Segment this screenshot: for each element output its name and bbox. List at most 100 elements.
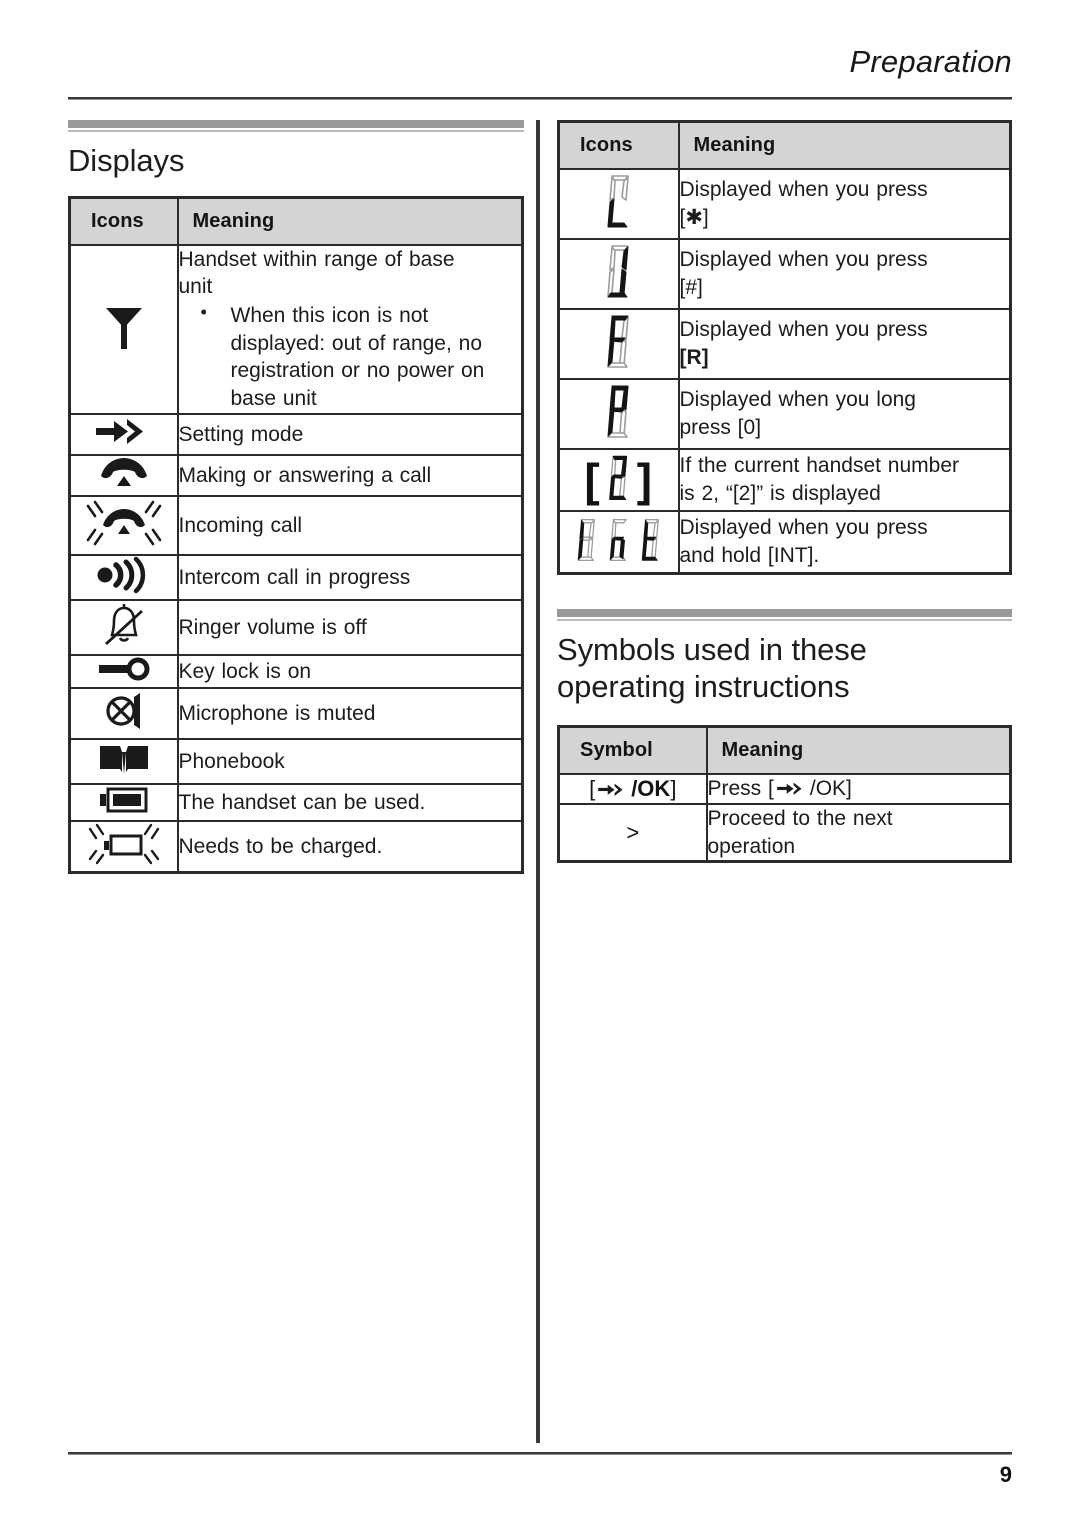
section-rule-thin — [557, 619, 1012, 621]
table-row: Incoming call — [68, 494, 524, 556]
table-row: Key lock is on — [68, 653, 524, 689]
meaning-text: Displayed when you press and hold [INT]. — [677, 510, 1012, 575]
displays-table: Icons Meaning Handset within range of ba… — [68, 195, 524, 874]
table-row: Ringer volume is off — [68, 598, 524, 656]
meaning-text: If the current handset number is 2, “[2]… — [677, 448, 1012, 512]
intercom-waves-icon — [68, 553, 179, 601]
page-number: 9 — [999, 1462, 1012, 1487]
key-lock-icon — [68, 653, 179, 689]
table-row: Microphone is muted — [68, 686, 524, 740]
meaning-text: Phonebook — [176, 737, 524, 785]
meaning-text: Handset within range of base unit When t… — [176, 243, 524, 415]
meaning-text: Proceed to the next operation — [705, 802, 1012, 863]
ok-arrow-icon — [777, 782, 802, 795]
column-header-meaning: Meaning — [677, 120, 1012, 170]
table-row: Needs to be charged. — [68, 819, 524, 874]
meaning-line: Handset within range of base — [178, 247, 455, 271]
table-row: Displayed when you press [✱] — [557, 168, 1012, 240]
meaning-line: [✱] — [679, 206, 709, 229]
meaning-text: Key lock is on — [176, 653, 524, 689]
battery-full-icon — [68, 782, 179, 822]
table-row: The handset can be used. — [68, 782, 524, 822]
ok-arrow-icon — [598, 783, 623, 796]
list-item: When this icon is not displayed: out of … — [201, 301, 522, 413]
meaning-text: Press [/OK] — [705, 773, 1012, 805]
table-row: Intercom call in progress — [68, 553, 524, 601]
greater-than-symbol: > — [557, 802, 708, 863]
seven-segment-Int — [557, 510, 680, 575]
section-rule-thick — [557, 609, 1012, 617]
handset-offhook-icon — [68, 453, 179, 497]
table-header-row: Symbol Meaning — [557, 725, 1012, 776]
column-header-meaning: Meaning — [176, 196, 524, 246]
meaning-text: Needs to be charged. — [176, 819, 524, 874]
bell-muted-icon — [68, 598, 179, 656]
meaning-line: operation — [707, 834, 796, 858]
meaning-text: Setting mode — [176, 412, 524, 456]
ok-label: /OK — [631, 776, 671, 802]
meaning-line: Displayed when you press — [679, 178, 928, 202]
meaning-key: [R] — [679, 346, 709, 369]
bracket-group: [] — [584, 450, 653, 510]
meaning-line: Displayed when you press — [679, 318, 928, 342]
meaning-line: is 2, “[2]” is displayed — [679, 482, 881, 505]
right-column: Icons Meaning Displayed when you press [… — [557, 120, 1012, 864]
table-header-row: Icons Meaning — [68, 196, 524, 246]
seven-segment-P — [557, 378, 680, 450]
bracket-left: [ — [584, 454, 601, 506]
ok-label: /OK — [809, 777, 847, 801]
seven-segment-bracket-2: [] — [557, 448, 680, 512]
table-row: Displayed when you press [R] — [557, 308, 1012, 380]
table-row: Handset within range of base unit When t… — [68, 243, 524, 415]
table-row: Setting mode — [68, 412, 524, 456]
meaning-line: unit — [178, 275, 213, 299]
table-row: Making or answering a call — [68, 453, 524, 497]
antenna-icon — [68, 243, 179, 415]
symbol-ok-cell: [/OK] — [557, 773, 708, 805]
ok-symbol-group: [/OK] — [589, 776, 677, 802]
meaning-line: [#] — [679, 276, 703, 299]
seven-segment-U — [557, 238, 680, 310]
left-column: Displays Icons Meaning Handset within ra… — [68, 120, 524, 874]
meaning-text: Displayed when you long press [0] — [677, 378, 1012, 450]
column-header-symbol: Symbol — [557, 725, 708, 776]
section-heading-symbols: Symbols used in these operating instruct… — [557, 632, 1012, 705]
battery-low-flashing-icon — [68, 819, 179, 874]
setting-mode-arrow-icon — [68, 412, 179, 456]
seven-segment-L — [557, 168, 680, 240]
table-header-row: Icons Meaning — [557, 120, 1012, 170]
heading-line: operating instructions — [557, 668, 850, 704]
table-row: > Proceed to the next operation — [557, 802, 1012, 863]
table-row: Displayed when you press and hold [INT]. — [557, 510, 1012, 575]
meaning-line: Proceed to the next — [707, 806, 893, 830]
column-header-meaning: Meaning — [705, 725, 1012, 776]
symbols-table: Symbol Meaning [/OK] Press [/OK] > Proce… — [557, 725, 1012, 864]
table-row: [] If the current handset number is 2, … — [557, 448, 1012, 512]
meaning-text: Incoming call — [176, 494, 524, 556]
incoming-call-ringing-icon — [68, 494, 179, 556]
meaning-text: Displayed when you press [✱] — [677, 168, 1012, 240]
table-row: Phonebook — [68, 737, 524, 785]
section-heading-displays: Displays — [68, 143, 185, 178]
meaning-text: Microphone is muted — [176, 686, 524, 740]
meaning-text: Ringer volume is off — [176, 598, 524, 656]
meaning-key: and hold [INT]. — [679, 544, 820, 567]
meaning-line: Displayed when you long — [679, 388, 916, 412]
phonebook-icon — [68, 737, 179, 785]
microphone-muted-icon — [68, 686, 179, 740]
heading-line: Symbols used in these — [557, 632, 867, 667]
meaning-text: Displayed when you press [R] — [677, 308, 1012, 380]
bracket-right: ] — [636, 454, 654, 506]
footer-rule — [68, 1452, 1012, 1455]
column-header-icons: Icons — [557, 120, 680, 170]
meaning-text: The handset can be used. — [176, 782, 524, 822]
meaning-key: press [0] — [679, 416, 762, 439]
column-divider — [536, 120, 540, 1443]
meaning-line: Displayed when you press — [679, 516, 928, 540]
meaning-text: Intercom call in progress — [176, 553, 524, 601]
press-ok-group: Press [/OK] — [707, 777, 852, 801]
header-rule — [68, 97, 1012, 100]
meaning-line: Displayed when you press — [679, 248, 928, 272]
display-codes-table: Icons Meaning Displayed when you press [… — [557, 120, 1012, 575]
